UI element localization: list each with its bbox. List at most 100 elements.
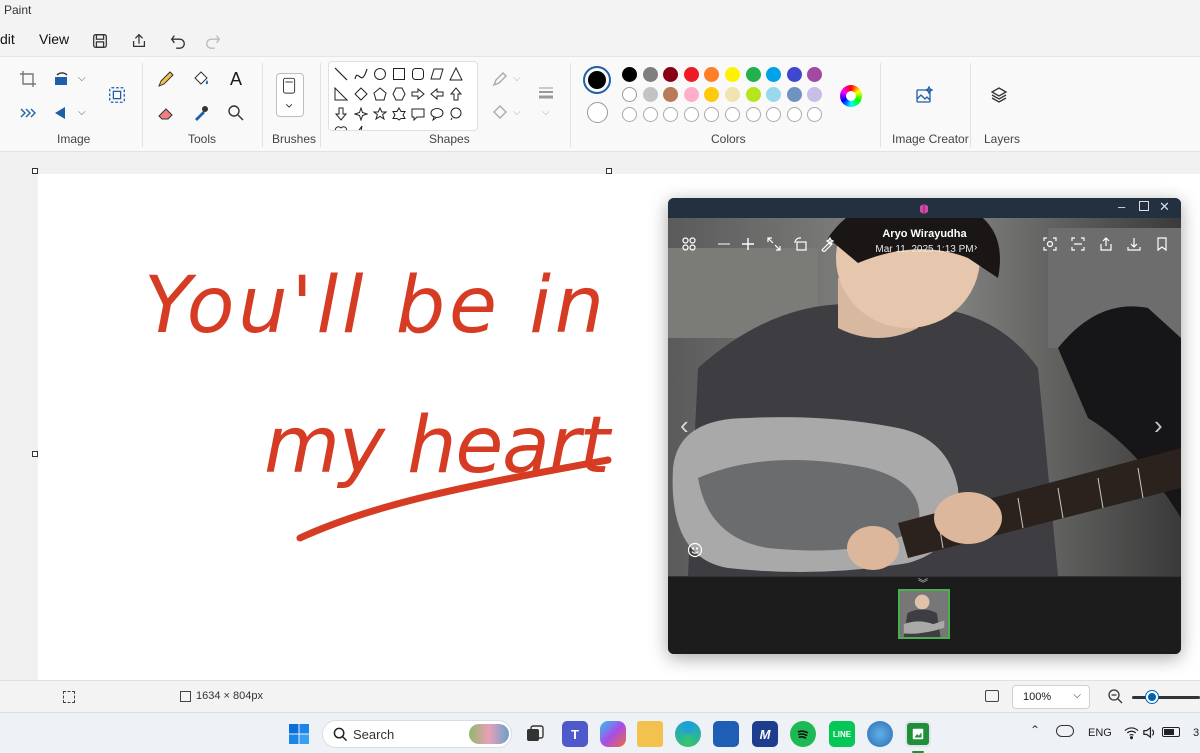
secondary-color-swatch[interactable] [587, 102, 608, 123]
eraser-icon[interactable] [152, 99, 180, 127]
previous-photo-icon[interactable]: ‹ [680, 410, 689, 441]
oval-callout-shape-icon[interactable] [429, 106, 445, 122]
zoom-out-icon[interactable] [1107, 688, 1123, 709]
palette-color-swatch[interactable] [642, 87, 658, 102]
battery-icon[interactable] [1162, 727, 1180, 737]
primary-color-swatch[interactable] [583, 66, 611, 94]
six-point-star-shape-icon[interactable] [391, 106, 407, 122]
shape-outline-chevron-icon[interactable]: ⌵ [513, 73, 521, 84]
palette-color-swatch[interactable] [704, 87, 720, 102]
custom-color-slot[interactable] [642, 107, 658, 122]
copilot-icon[interactable] [600, 721, 626, 747]
palette-color-swatch[interactable] [725, 67, 740, 82]
input-language[interactable]: ENG [1088, 727, 1112, 739]
clock[interactable]: 3 [1193, 727, 1199, 739]
palette-color-swatch[interactable] [725, 87, 740, 102]
teams-icon[interactable]: T [562, 721, 588, 747]
zoom-in-icon[interactable] [738, 234, 758, 254]
curve-shape-icon[interactable] [353, 66, 369, 82]
onedrive-icon[interactable] [1056, 725, 1074, 737]
custom-color-slot[interactable] [807, 107, 823, 122]
redo-icon[interactable] [199, 28, 227, 54]
custom-color-slot[interactable] [786, 107, 802, 122]
emoji-reaction-icon[interactable] [685, 540, 705, 560]
palette-color-swatch[interactable] [683, 67, 699, 82]
undo-icon[interactable] [164, 28, 192, 54]
resize-handle[interactable] [32, 451, 38, 457]
size-chevron-icon[interactable]: ⌵ [542, 107, 550, 118]
zoom-slider-track[interactable] [1132, 696, 1200, 699]
edit-colors-icon[interactable] [840, 85, 862, 107]
triangle-shape-icon[interactable] [448, 66, 464, 82]
menu-edit[interactable]: dit [0, 31, 15, 47]
size-icon[interactable] [532, 79, 560, 107]
fit-to-window-icon[interactable] [985, 690, 999, 702]
line-shape-icon[interactable] [333, 66, 349, 82]
shape-outline-icon[interactable] [486, 65, 514, 93]
menu-view[interactable]: View [39, 31, 69, 47]
brushes-button[interactable] [276, 73, 304, 117]
polygon-shape-icon[interactable] [429, 66, 445, 82]
store-icon[interactable] [713, 721, 739, 747]
right-arrow-shape-icon[interactable] [410, 86, 426, 102]
diamond-shape-icon[interactable] [353, 86, 369, 102]
info-chevron-icon[interactable]: › [974, 242, 977, 253]
shapes-gallery[interactable] [328, 61, 478, 131]
share-photo-icon[interactable] [1096, 234, 1116, 254]
paint-taskbar-icon[interactable] [905, 721, 931, 747]
palette-color-swatch[interactable] [807, 67, 823, 82]
flip-dropdown-chevron-icon[interactable]: ⌵ [78, 107, 86, 118]
fill-bucket-icon[interactable] [187, 65, 215, 93]
pentagon-shape-icon[interactable] [372, 86, 388, 102]
collapse-filmstrip-icon[interactable]: ︾ [918, 575, 928, 590]
custom-color-slot[interactable] [663, 107, 679, 122]
photo-display[interactable]: Aryo Wirayudha Mar 11, 2025 1:13 PM › ‹ … [668, 218, 1181, 576]
globe-app-icon[interactable] [867, 721, 893, 747]
image-creator-icon[interactable] [910, 81, 938, 109]
color-picker-icon[interactable] [187, 99, 215, 127]
hexagon-shape-icon[interactable] [391, 86, 407, 102]
custom-color-slot[interactable] [745, 107, 761, 122]
select-all-icon[interactable] [14, 99, 42, 127]
palette-color-swatch[interactable] [745, 87, 761, 102]
five-point-star-shape-icon[interactable] [372, 106, 388, 122]
rectangular-callout-shape-icon[interactable] [410, 106, 426, 122]
palette-color-swatch[interactable] [704, 67, 720, 82]
download-icon[interactable] [1124, 234, 1144, 254]
photo-thumbnail[interactable] [898, 589, 950, 639]
maximize-icon[interactable] [1139, 201, 1149, 211]
palette-color-swatch[interactable] [683, 87, 699, 102]
palette-color-swatch[interactable] [766, 87, 782, 102]
palette-color-swatch[interactable] [745, 67, 761, 82]
close-icon[interactable]: ✕ [1159, 199, 1170, 215]
rotate-dropdown-chevron-icon[interactable]: ⌵ [78, 73, 86, 84]
taskbar-search[interactable]: Search [322, 720, 512, 748]
palette-color-swatch[interactable] [622, 67, 637, 82]
palette-color-swatch[interactable] [807, 87, 823, 102]
palette-color-swatch[interactable] [663, 67, 679, 82]
shape-fill-icon[interactable] [486, 99, 514, 127]
file-explorer-icon[interactable] [637, 721, 663, 747]
custom-color-slot[interactable] [766, 107, 782, 122]
show-hidden-icons-icon[interactable]: ⌃ [1030, 723, 1040, 737]
next-photo-icon[interactable]: › [1154, 410, 1163, 441]
custom-color-slot[interactable] [725, 107, 740, 122]
palette-color-swatch[interactable] [642, 67, 658, 82]
text-tool-icon[interactable]: A [222, 65, 250, 93]
zoom-slider-thumb[interactable] [1146, 691, 1158, 703]
palette-color-swatch[interactable] [622, 87, 637, 102]
save-icon[interactable] [86, 28, 114, 54]
resize-handle[interactable] [32, 168, 38, 174]
zoom-out-icon[interactable] [714, 234, 734, 254]
heart-shape-icon[interactable] [333, 124, 349, 130]
resize-handle[interactable] [606, 168, 612, 174]
wifi-icon[interactable] [1124, 725, 1139, 745]
palette-color-swatch[interactable] [786, 87, 802, 102]
custom-color-slot[interactable] [704, 107, 720, 122]
spotify-icon[interactable] [790, 721, 816, 747]
rounded-rectangle-shape-icon[interactable] [410, 66, 426, 82]
crop-icon[interactable] [14, 65, 42, 93]
zoom-level-select[interactable]: 100% ⌵ [1012, 685, 1090, 709]
palette-color-swatch[interactable] [663, 87, 679, 102]
lightning-shape-icon[interactable] [353, 124, 369, 130]
